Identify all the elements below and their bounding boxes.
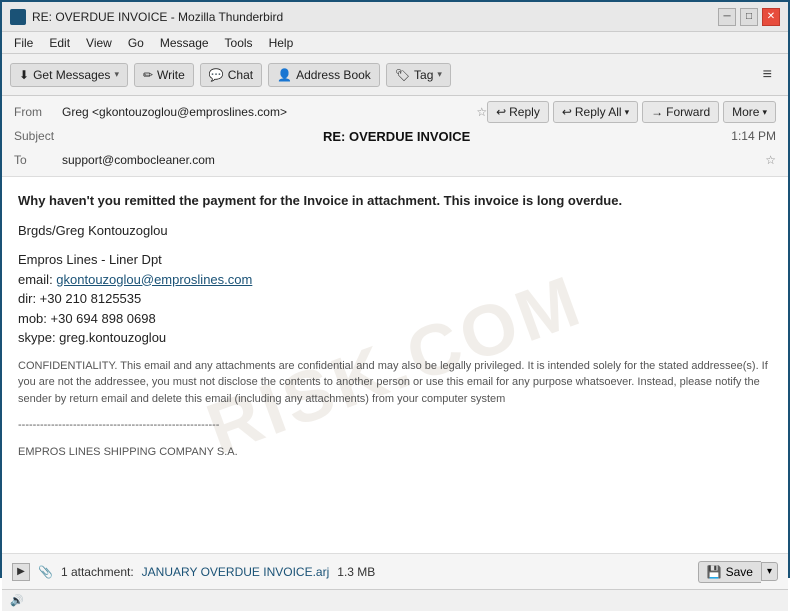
email-actions: ↩ Reply ↩ Reply All ▾ → Forward More ▾ [487, 101, 776, 123]
menu-tools[interactable]: Tools [219, 34, 259, 52]
reply-button[interactable]: ↩ Reply [487, 101, 549, 123]
close-button[interactable]: ✕ [762, 8, 780, 26]
chat-button[interactable]: 💬 Chat [200, 63, 262, 87]
subject-label: Subject [14, 129, 62, 143]
address-book-icon: 👤 [277, 68, 292, 82]
menu-go[interactable]: Go [122, 34, 150, 52]
tag-icon: 🏷 [395, 68, 410, 82]
to-value: support@combocleaner.com [62, 153, 765, 167]
to-star-icon[interactable]: ☆ [765, 153, 776, 167]
reply-all-arrow: ▾ [625, 107, 630, 118]
company-name: Empros Lines - Liner Dpt [18, 252, 162, 267]
email-header: From Greg <gkontouzoglou@emproslines.com… [2, 96, 788, 177]
title-bar: RE: OVERDUE INVOICE - Mozilla Thunderbir… [2, 2, 788, 32]
attachment-size: 1.3 MB [337, 565, 375, 579]
maximize-button[interactable]: □ [740, 8, 758, 26]
attachment-icon: 📎 [38, 565, 53, 579]
save-button-group: 💾 Save ▾ [698, 561, 778, 583]
dir-field: dir: +30 210 8125535 [18, 291, 141, 306]
write-button[interactable]: ✏ Write [134, 63, 194, 87]
toolbar-menu-icon[interactable]: ≡ [755, 62, 780, 88]
menu-help[interactable]: Help [263, 34, 300, 52]
menu-edit[interactable]: Edit [43, 34, 76, 52]
window-title: RE: OVERDUE INVOICE - Mozilla Thunderbir… [32, 10, 283, 24]
get-messages-icon: ⬇ [19, 68, 29, 82]
more-label: More [732, 105, 759, 119]
greeting-paragraph: Brgds/Greg Kontouzoglou [18, 221, 772, 241]
skype-field: skype: greg.kontouzoglou [18, 330, 166, 345]
opening-paragraph: Why haven't you remitted the payment for… [18, 191, 772, 211]
get-messages-label: Get Messages [33, 68, 110, 82]
save-icon: 💾 [707, 565, 722, 579]
attachment-count: 1 attachment: [61, 565, 134, 579]
save-dropdown-button[interactable]: ▾ [761, 562, 778, 581]
menu-message[interactable]: Message [154, 34, 215, 52]
menu-view[interactable]: View [80, 34, 118, 52]
to-row: To support@combocleaner.com ☆ [14, 148, 776, 172]
from-label: From [14, 105, 62, 119]
get-messages-arrow: ▾ [114, 69, 119, 80]
reply-all-icon: ↩ [562, 105, 572, 119]
tag-arrow: ▾ [437, 69, 442, 80]
email-time: 1:14 PM [731, 129, 776, 143]
body-content: Why haven't you remitted the payment for… [18, 191, 772, 460]
get-messages-button[interactable]: ⬇ Get Messages ▾ [10, 63, 128, 87]
title-bar-left: RE: OVERDUE INVOICE - Mozilla Thunderbir… [10, 9, 283, 25]
from-star-icon[interactable]: ☆ [476, 105, 487, 119]
chat-icon: 💬 [209, 68, 224, 82]
greeting-text: Brgds/Greg Kontouzoglou [18, 223, 168, 238]
save-main-button[interactable]: 💾 Save [698, 561, 761, 583]
tag-button[interactable]: 🏷 Tag ▾ [386, 63, 451, 87]
write-label: Write [157, 68, 185, 82]
more-arrow: ▾ [762, 107, 767, 118]
status-icon: 🔊 [10, 594, 24, 607]
more-button[interactable]: More ▾ [723, 101, 776, 123]
from-value: Greg <gkontouzoglou@emproslines.com> [62, 105, 476, 119]
save-label: Save [726, 565, 753, 579]
reply-icon: ↩ [496, 105, 506, 119]
forward-label: Forward [666, 105, 710, 119]
status-bar: 🔊 [2, 589, 788, 611]
menu-file[interactable]: File [8, 34, 39, 52]
subject-value: RE: OVERDUE INVOICE [323, 129, 470, 144]
title-bar-controls: ─ □ ✕ [718, 8, 780, 26]
email-field-label: email: [18, 272, 56, 287]
app-icon [10, 9, 26, 25]
signature-block: Empros Lines - Liner Dpt email: gkontouz… [18, 250, 772, 348]
opening-text: Why haven't you remitted the payment for… [18, 193, 622, 208]
attachment-bar: ▶ 📎 1 attachment: JANUARY OVERDUE INVOIC… [2, 553, 788, 589]
attachment-filename[interactable]: JANUARY OVERDUE INVOICE.arj [142, 565, 330, 579]
menu-bar: File Edit View Go Message Tools Help [2, 32, 788, 54]
tag-label: Tag [414, 68, 433, 82]
reply-all-label: Reply All [575, 105, 622, 119]
reply-label: Reply [509, 105, 540, 119]
from-row: From Greg <gkontouzoglou@emproslines.com… [14, 100, 776, 124]
chat-label: Chat [228, 68, 253, 82]
confidentiality-text: CONFIDENTIALITY. This email and any atta… [18, 358, 772, 408]
toolbar: ⬇ Get Messages ▾ ✏ Write 💬 Chat 👤 Addres… [2, 54, 788, 96]
subject-row: Subject RE: OVERDUE INVOICE 1:14 PM [14, 124, 776, 148]
mob-field: mob: +30 694 898 0698 [18, 311, 156, 326]
address-book-label: Address Book [296, 68, 371, 82]
to-label: To [14, 153, 62, 167]
company-full-name: EMPROS LINES SHIPPING COMPANY S.A. [18, 444, 772, 461]
email-body: RISK.COM Why haven't you remitted the pa… [2, 177, 788, 553]
minimize-button[interactable]: ─ [718, 8, 736, 26]
separator-line: ----------------------------------------… [18, 417, 772, 434]
write-icon: ✏ [143, 68, 153, 82]
forward-button[interactable]: → Forward [642, 101, 719, 123]
email-link[interactable]: gkontouzoglou@emproslines.com [56, 272, 252, 287]
address-book-button[interactable]: 👤 Address Book [268, 63, 380, 87]
forward-icon: → [651, 105, 663, 119]
reply-all-button[interactable]: ↩ Reply All ▾ [553, 101, 638, 123]
